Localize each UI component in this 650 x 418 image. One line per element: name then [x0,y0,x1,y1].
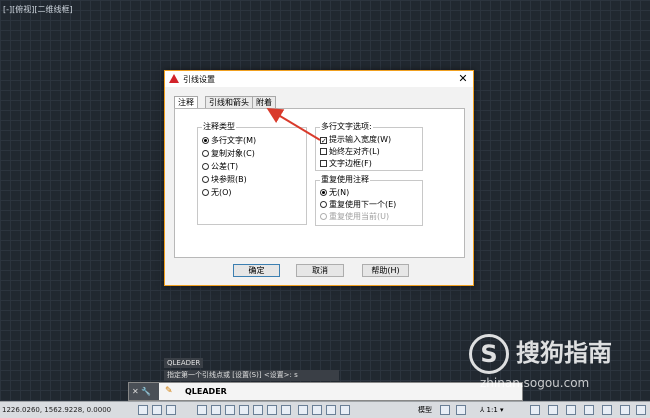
mtext-options-title: 多行文字选项: [320,122,373,132]
checkbox-label: 提示输入宽度(W) [329,135,392,144]
radio-reuse-next[interactable]: 重复使用下一个(E) [320,200,396,210]
command-input[interactable]: QLEADER [185,386,227,397]
close-button[interactable]: ✕ [457,72,469,85]
coordinate-readout[interactable]: 1226.0260, 1562.9228, 0.0000 [2,406,111,415]
leader-settings-dialog: 引线设置 ✕ 注释 引线和箭头 附着 注释类型 多行文字(M) 复制对象(C) … [164,70,474,286]
checkbox-label: 始终左对齐(L) [329,147,380,156]
dialog-titlebar: 引线设置 ✕ [165,71,473,87]
isolate-objects-icon[interactable] [602,405,612,415]
command-prompt-line: 指定第一个引线点或 [设置(S)] <设置>: s [164,370,339,381]
dynamic-ucs-icon[interactable] [326,405,336,415]
model-space-icon[interactable] [138,405,148,415]
tab-leader-and-arrow[interactable]: 引线和箭头 [205,96,253,108]
customization-menu-icon[interactable] [636,405,646,415]
viewport-label[interactable]: [-][俯视][二维线框] [3,4,73,15]
radio-indicator [320,213,327,220]
radio-indicator [202,189,209,196]
radio-label: 复制对象(C) [211,149,255,158]
checkbox-frame-text[interactable]: 文字边框(F) [320,159,372,169]
checkmark-icon: ✓ [320,137,327,145]
radio-label: 块参照(B) [211,175,247,184]
command-line[interactable]: ✕ 🔧 ✎ QLEADER [128,382,523,401]
object-snap-icon[interactable] [253,405,263,415]
checkbox-always-left-justify[interactable]: 始终左对齐(L) [320,147,380,157]
radio-reuse-none[interactable]: 无(N) [320,188,349,198]
mtext-options-group: 多行文字选项: ✓ 提示输入宽度(W) 始终左对齐(L) 文字边框(F) [315,122,423,171]
dialog-title: 引线设置 [183,75,215,84]
radio-indicator [320,201,327,208]
radio-indicator [202,176,209,183]
snap-mode-icon[interactable] [456,405,466,415]
radio-label: 无(N) [329,188,350,197]
checkbox-prompt-width[interactable]: ✓ 提示输入宽度(W) [320,135,391,145]
watermark-text: 搜狗指南 [516,339,612,367]
command-history-line: QLEADER [164,358,204,368]
annotation-tab-panel: 注释类型 多行文字(M) 复制对象(C) 公差(T) 块参照(B) 无(O) 多… [174,108,465,258]
workspace-gear-icon[interactable] [548,405,558,415]
tab-attachment[interactable]: 附着 [252,96,276,108]
reuse-annotation-title: 重复使用注释 [320,175,370,185]
layout-grid-icon[interactable] [440,405,450,415]
object-snap-tracking-icon[interactable] [239,405,249,415]
annotation-visibility-icon[interactable] [530,405,540,415]
radio-mtext[interactable]: 多行文字(M) [202,136,256,146]
annotation-type-title: 注释类型 [202,122,236,132]
command-icon[interactable]: ✎ [165,386,173,396]
radio-none[interactable]: 无(O) [202,188,232,198]
radio-block-reference[interactable]: 块参照(B) [202,175,247,185]
annotation-scale[interactable]: ⅄ 1:1 ▾ [480,405,504,415]
cancel-button[interactable]: 取消 [296,264,344,277]
sogou-logo-icon: S [469,334,509,374]
radio-reuse-current: 重复使用当前(U) [320,212,389,222]
radio-label: 公差(T) [211,162,239,171]
snap-icon[interactable] [166,405,176,415]
ortho-icon[interactable] [197,405,207,415]
radio-indicator [320,189,327,196]
radio-copy-object[interactable]: 复制对象(C) [202,149,255,159]
checkbox-label: 文字边框(F) [329,159,372,168]
selection-cycling-icon[interactable] [298,405,308,415]
radio-label: 重复使用当前(U) [329,212,390,221]
annotation-monitor-icon[interactable] [340,405,350,415]
autocad-logo-icon [169,74,179,83]
annotation-type-group: 注释类型 多行文字(M) 复制对象(C) 公差(T) 块参照(B) 无(O) [197,122,307,225]
command-line-controls[interactable]: ✕ 🔧 [129,383,159,400]
model-tab[interactable]: 模型 [418,405,432,415]
radio-indicator [202,137,209,144]
ok-button[interactable]: 确定 [233,264,280,277]
radio-indicator [202,150,209,157]
lineweight-icon[interactable] [267,405,277,415]
isodraft-icon[interactable] [225,405,235,415]
annotation-add-icon[interactable] [566,405,576,415]
status-bar: 1226.0260, 1562.9228, 0.0000 模型 ⅄ 1:1 ▾ [0,401,650,418]
3d-osnap-icon[interactable] [312,405,322,415]
radio-label: 多行文字(M) [211,136,257,145]
radio-label: 重复使用下一个(E) [329,200,397,209]
grid-icon[interactable] [152,405,162,415]
reuse-annotation-group: 重复使用注释 无(N) 重复使用下一个(E) 重复使用当前(U) [315,175,423,226]
radio-indicator [202,163,209,170]
help-button[interactable]: 帮助(H) [362,264,409,277]
radio-label: 无(O) [211,188,232,197]
watermark-url: zhinan.sogou.com [480,376,590,390]
transparency-icon[interactable] [281,405,291,415]
checkbox-box [320,148,327,155]
lock-ui-icon[interactable] [584,405,594,415]
radio-tolerance[interactable]: 公差(T) [202,162,238,172]
hardware-acceleration-icon[interactable] [620,405,630,415]
checkbox-box [320,160,327,167]
polar-icon[interactable] [211,405,221,415]
